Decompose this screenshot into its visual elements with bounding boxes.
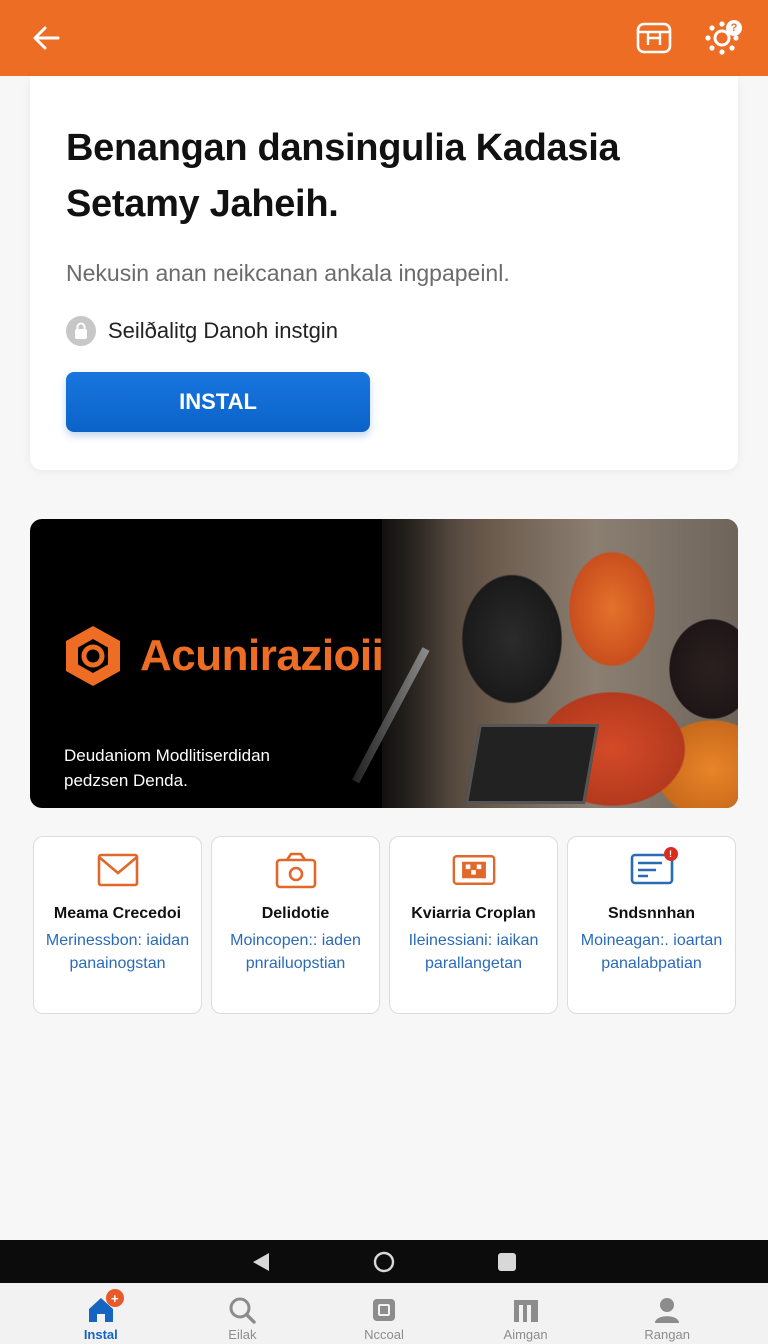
tab-badge: +	[105, 1289, 124, 1307]
feature-desc: Ileinessiani: iaikan parallangetan	[408, 932, 539, 972]
search-icon	[227, 1295, 257, 1325]
tab-rangan[interactable]: Rangan	[617, 1283, 717, 1344]
store-button[interactable]	[634, 18, 674, 58]
banner-brand: Acunirazioii	[60, 623, 384, 689]
qr-card-icon	[452, 849, 496, 891]
feature-tile-1[interactable]: Meama Crecedoi Merinessbon: iaidan panai…	[33, 836, 202, 1014]
app-title: Benangan dansingulia Kadasia Setamy Jahe…	[66, 127, 620, 225]
lock-icon	[66, 316, 96, 346]
building-icon	[511, 1295, 541, 1325]
settings-button[interactable]: ?	[702, 18, 742, 58]
bottom-tab-bar: + Instal Eilak Nccoal Aimgan Rangan	[0, 1283, 768, 1344]
banner-caption-line2: pedzsen Denda.	[64, 771, 188, 790]
notification-badge: !	[663, 847, 678, 861]
feature-desc: Moineagan:. ioartan panalabpatian	[580, 932, 723, 972]
tab-aimgan[interactable]: Aimgan	[476, 1283, 576, 1344]
system-nav-bar	[0, 1240, 768, 1283]
security-text: Seilðalitg Danoh instgin	[108, 318, 338, 343]
feature-name: Delidotie	[261, 905, 330, 922]
home-icon: +	[86, 1289, 124, 1325]
feature-desc: Moincopen:: iaden pnrailuopstian	[230, 932, 361, 972]
chip-icon	[369, 1295, 399, 1325]
tab-label: Rangan	[644, 1327, 690, 1342]
feature-name: Kviarria Croplan	[411, 905, 536, 922]
circle-home-icon	[373, 1251, 395, 1272]
envelope-icon	[96, 849, 140, 891]
arrow-left-icon	[33, 26, 60, 50]
tab-label: Eilak	[228, 1327, 257, 1342]
square-recents-icon	[497, 1252, 516, 1271]
system-home-button[interactable]	[364, 1244, 404, 1280]
store-icon	[636, 22, 672, 54]
feature-name: Meama Crecedoi	[53, 905, 182, 922]
person-icon	[652, 1295, 682, 1325]
system-recents-button[interactable]	[487, 1244, 527, 1280]
security-note: Seilðalitg Danoh instgin	[66, 316, 702, 346]
back-button[interactable]	[26, 18, 66, 58]
banner-caption: Deudaniom Modlitiserdidan pedzsen Denda.	[64, 743, 270, 793]
feature-tiles: Meama Crecedoi Merinessbon: iaidan panai…	[33, 836, 736, 1014]
tab-label: Instal	[83, 1327, 118, 1342]
feature-desc: Merinessbon: iaidan panainogstan	[45, 932, 190, 972]
feature-tile-3[interactable]: Kviarria Croplan Ileinessiani: iaikan pa…	[389, 836, 558, 1014]
feature-tile-2[interactable]: Delidotie Moincopen:: iaden pnrailuopsti…	[211, 836, 380, 1014]
banner-brand-name: Acunirazioii	[140, 631, 384, 680]
tab-eilak[interactable]: Eilak	[192, 1283, 292, 1344]
tab-nccoal[interactable]: Nccoal	[334, 1283, 434, 1344]
promo-banner[interactable]: Acunirazioii Deudaniom Modlitiserdidan p…	[30, 519, 738, 808]
camera-icon	[274, 849, 318, 891]
triangle-back-icon	[253, 1252, 270, 1271]
banner-caption-line1: Deudaniom Modlitiserdidan	[64, 746, 271, 765]
install-button[interactable]: INSTAL	[66, 372, 370, 432]
app-subtitle: Nekusin anan neikcanan ankala ingpapeinl…	[66, 260, 510, 286]
hexagon-logo-icon	[66, 626, 120, 686]
tab-label: Nccoal	[364, 1327, 404, 1342]
settings-badge: ?	[726, 20, 742, 36]
tab-label: Aimgan	[503, 1327, 548, 1342]
tab-instal[interactable]: + Instal	[51, 1283, 151, 1344]
system-back-button[interactable]	[241, 1244, 281, 1280]
top-app-bar: ?	[0, 0, 768, 76]
install-card: Benangan dansingulia Kadasia Setamy Jahe…	[30, 76, 738, 470]
feature-tile-4[interactable]: ! Sndsnnhan Moineagan:. ioartan panalabp…	[567, 836, 736, 1014]
monitor-card-icon: !	[630, 847, 678, 891]
feature-name: Sndsnnhan	[607, 905, 696, 922]
laptop-image	[464, 724, 600, 804]
